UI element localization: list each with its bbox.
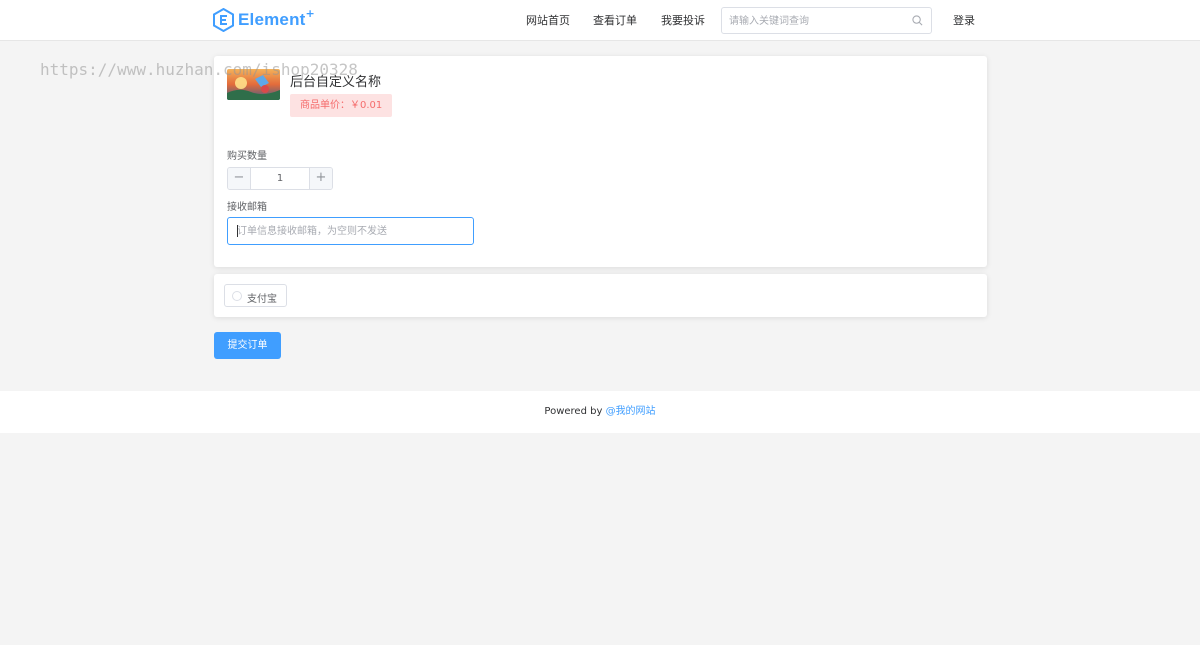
price-badge: 商品单价：￥0.01	[290, 94, 393, 117]
search-box	[721, 7, 932, 34]
product-card: 后台自定义名称 商品单价：￥0.01 购买数量 − 1 + 接收邮箱	[214, 56, 987, 267]
footer: Powered by @我的网站	[0, 391, 1200, 433]
submit-order-button[interactable]: 提交订单	[214, 332, 281, 359]
site-logo[interactable]: Element +	[213, 6, 315, 32]
increase-button[interactable]: +	[309, 168, 332, 189]
logo-text: Element	[238, 10, 306, 29]
payment-option-alipay[interactable]: 支付宝	[224, 284, 287, 307]
text-caret	[237, 225, 238, 237]
search-icon[interactable]	[912, 15, 923, 26]
quantity-label: 购买数量	[227, 151, 267, 162]
email-field[interactable]	[237, 224, 462, 238]
element-hexagon-icon	[213, 8, 234, 32]
top-header: Element + 网站首页 查看订单 我要投诉 登录	[0, 0, 1200, 41]
email-label: 接收邮箱	[227, 202, 267, 213]
payment-card: 支付宝	[214, 274, 987, 317]
nav-home-link[interactable]: 网站首页	[526, 12, 570, 28]
footer-site-link[interactable]: @我的网站	[606, 406, 656, 417]
decrease-button[interactable]: −	[228, 168, 251, 189]
email-field-wrapper	[227, 217, 474, 245]
search-input[interactable]	[729, 13, 909, 29]
radio-circle-icon[interactable]	[232, 291, 242, 301]
nav-orders-link[interactable]: 查看订单	[593, 12, 637, 28]
nav-login-link[interactable]: 登录	[953, 12, 975, 28]
quantity-input[interactable]: 1	[251, 168, 309, 189]
watermark: https://www.huzhan.com/ishop20328	[40, 60, 358, 79]
nav-complain-link[interactable]: 我要投诉	[661, 12, 705, 28]
footer-prefix: Powered by	[544, 406, 606, 417]
quantity-stepper: − 1 +	[227, 167, 333, 190]
payment-option-label: 支付宝	[247, 294, 277, 305]
logo-plus: +	[305, 6, 315, 20]
